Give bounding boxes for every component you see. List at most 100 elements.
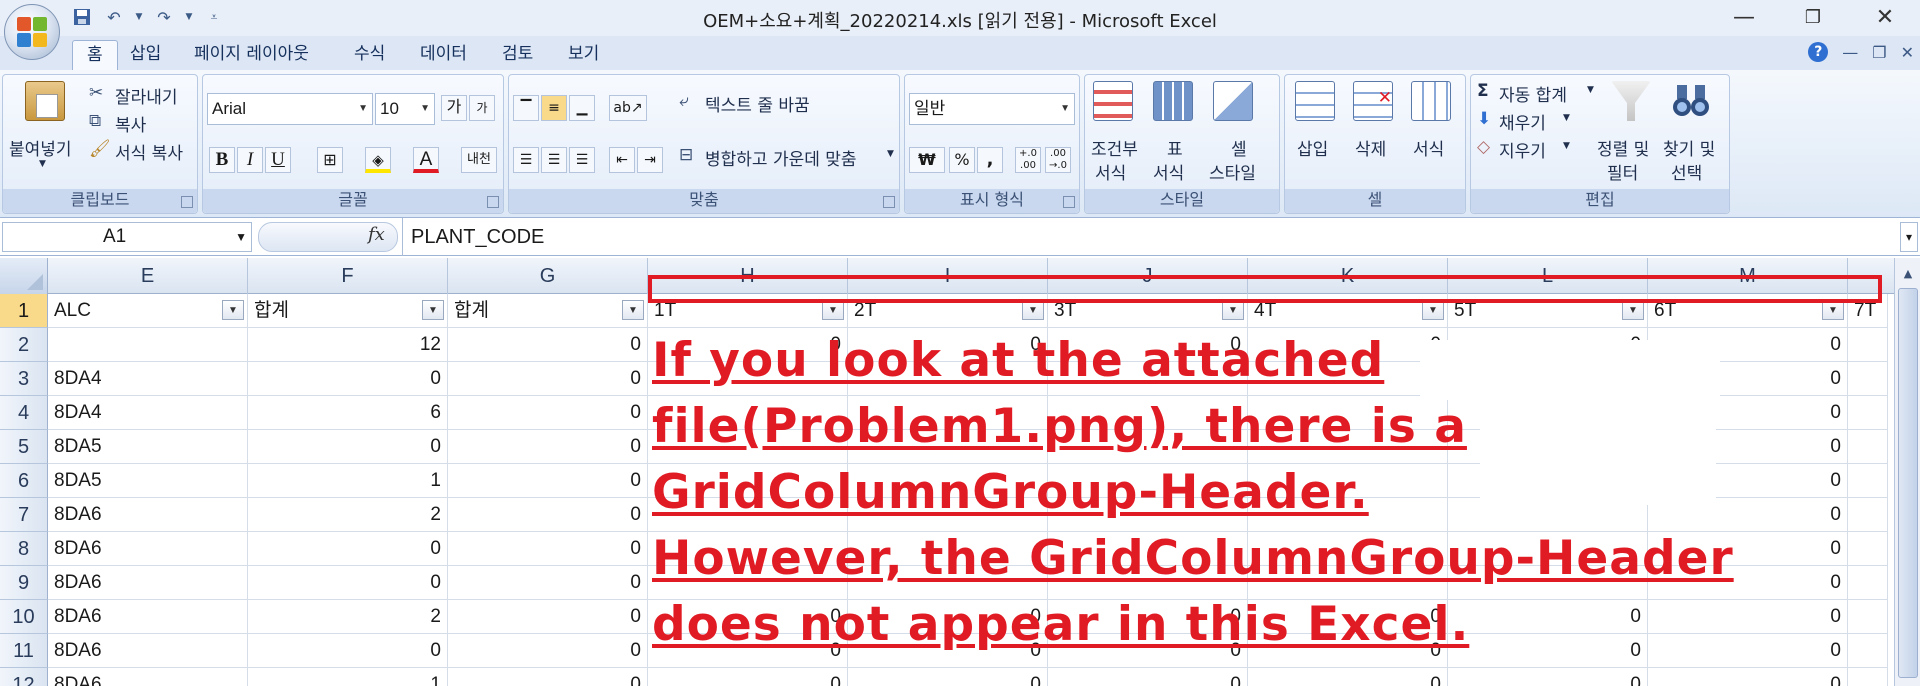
increase-indent-icon[interactable]: ⇥ bbox=[637, 147, 663, 173]
select-all-button[interactable] bbox=[0, 258, 48, 294]
increase-decimal-icon[interactable]: +.0.00 bbox=[1015, 147, 1041, 173]
table-cell[interactable]: 12 bbox=[248, 328, 448, 362]
font-size-combo[interactable]: 10 ▼ bbox=[375, 93, 435, 125]
bold-button[interactable]: B bbox=[209, 147, 235, 173]
filter-dropdown-icon[interactable]: ▼ bbox=[1822, 300, 1844, 320]
fill-dropdown-icon[interactable]: ▼ bbox=[1563, 113, 1570, 123]
insert-cells-button[interactable]: 삽입 bbox=[1297, 135, 1328, 160]
table-cell[interactable]: 0 bbox=[248, 532, 448, 566]
shrink-font-button[interactable]: 가 bbox=[469, 95, 495, 121]
filter-dropdown-icon[interactable]: ▼ bbox=[1222, 300, 1244, 320]
column-header-g[interactable]: G bbox=[448, 258, 648, 294]
border-icon[interactable]: ⊞ bbox=[317, 147, 343, 173]
table-cell[interactable]: 0 bbox=[848, 668, 1048, 686]
doc-close-icon[interactable]: ✕ bbox=[1901, 43, 1914, 62]
conditional-format-icon[interactable] bbox=[1093, 81, 1133, 121]
currency-button[interactable]: ₩ bbox=[909, 147, 945, 173]
table-cell[interactable]: 2 bbox=[248, 498, 448, 532]
table-cell[interactable]: 8DA4 bbox=[48, 362, 248, 396]
header-cell[interactable]: ALC ▼ bbox=[48, 294, 248, 328]
number-format-combo[interactable]: 일반 ▼ bbox=[909, 93, 1075, 125]
table-cell[interactable]: 8DA6 bbox=[48, 498, 248, 532]
align-left-icon[interactable]: ☰ bbox=[513, 147, 539, 173]
conditional-format-label-2[interactable]: 서식 bbox=[1095, 159, 1126, 184]
table-cell[interactable]: 0 bbox=[448, 430, 648, 464]
sort-filter-label-2[interactable]: 필터 bbox=[1607, 159, 1638, 184]
format-cells-icon[interactable] bbox=[1411, 81, 1451, 121]
table-cell[interactable]: 0 bbox=[448, 328, 648, 362]
autosum-dropdown-icon[interactable]: ▼ bbox=[1587, 85, 1594, 95]
underline-button[interactable]: U bbox=[265, 147, 291, 173]
insert-function-icon[interactable]: fx bbox=[368, 224, 385, 245]
table-cell[interactable]: 0 bbox=[1648, 668, 1848, 686]
italic-button[interactable]: I bbox=[237, 147, 263, 173]
cell-styles-label-2[interactable]: 스타일 bbox=[1209, 159, 1256, 184]
tab-insert[interactable]: 삽입 bbox=[116, 40, 175, 70]
orientation-icon[interactable]: ab↗ bbox=[609, 95, 647, 121]
table-cell[interactable]: 0 bbox=[448, 396, 648, 430]
table-cell[interactable]: 8DA5 bbox=[48, 464, 248, 498]
table-cell[interactable]: 0 bbox=[248, 362, 448, 396]
close-button[interactable]: ✕ bbox=[1856, 0, 1914, 34]
phonetic-button[interactable]: 내천 bbox=[461, 147, 497, 173]
merge-center-button[interactable]: 병합하고 가운데 맞춤 bbox=[705, 145, 857, 170]
alignment-launcher-icon[interactable] bbox=[883, 196, 895, 208]
table-cell[interactable]: 0 bbox=[248, 634, 448, 668]
doc-restore-icon[interactable]: ❐ bbox=[1872, 43, 1886, 62]
tab-formulas[interactable]: 수식 bbox=[340, 40, 399, 70]
find-select-label-2[interactable]: 선택 bbox=[1671, 159, 1702, 184]
paste-label[interactable]: 붙여넣기 bbox=[9, 135, 72, 160]
doc-minimize-icon[interactable]: — bbox=[1842, 43, 1858, 62]
binoculars-icon[interactable] bbox=[1671, 81, 1711, 121]
table-cell[interactable]: 8DA6 bbox=[48, 668, 248, 686]
font-color-button[interactable]: A bbox=[413, 147, 439, 173]
table-cell[interactable]: 6 bbox=[248, 396, 448, 430]
filter-dropdown-icon[interactable]: ▼ bbox=[822, 300, 844, 320]
scroll-up-icon[interactable]: ▲ bbox=[1898, 264, 1918, 284]
delete-cells-button[interactable]: 삭제 bbox=[1355, 135, 1386, 160]
tab-review[interactable]: 검토 bbox=[488, 40, 547, 70]
column-header-e[interactable]: E bbox=[48, 258, 248, 294]
table-cell[interactable]: 8DA6 bbox=[48, 532, 248, 566]
table-cell[interactable]: 0 bbox=[448, 566, 648, 600]
filter-dropdown-icon[interactable]: ▼ bbox=[1422, 300, 1444, 320]
row-header[interactable]: 9 bbox=[0, 566, 48, 600]
scissors-icon[interactable]: ✂ bbox=[89, 83, 103, 103]
formula-input[interactable]: PLANT_CODE bbox=[402, 218, 1902, 256]
row-header[interactable]: 6 bbox=[0, 464, 48, 498]
table-cell[interactable]: 0 bbox=[1248, 668, 1448, 686]
merge-center-icon[interactable]: ⊟ bbox=[679, 145, 693, 165]
number-launcher-icon[interactable] bbox=[1063, 196, 1075, 208]
format-table-label-2[interactable]: 서식 bbox=[1153, 159, 1184, 184]
expand-formula-bar-icon[interactable]: ▾ bbox=[1900, 222, 1918, 252]
sort-filter-icon[interactable] bbox=[1611, 81, 1651, 121]
table-cell[interactable]: 8DA4 bbox=[48, 396, 248, 430]
row-header[interactable]: 5 bbox=[0, 430, 48, 464]
fill-color-icon[interactable]: ◈ bbox=[365, 147, 391, 173]
percent-button[interactable]: % bbox=[949, 147, 975, 173]
office-button[interactable] bbox=[4, 4, 60, 60]
tab-view[interactable]: 보기 bbox=[554, 40, 613, 70]
row-header[interactable]: 8 bbox=[0, 532, 48, 566]
format-painter-button[interactable]: 서식 복사 bbox=[115, 139, 183, 164]
row-header[interactable]: 3 bbox=[0, 362, 48, 396]
decrease-indent-icon[interactable]: ⇤ bbox=[609, 147, 635, 173]
align-center-icon[interactable]: ☰ bbox=[541, 147, 567, 173]
minimize-button[interactable]: — bbox=[1715, 0, 1773, 34]
table-cell[interactable]: 0 bbox=[648, 668, 848, 686]
clipboard-launcher-icon[interactable] bbox=[181, 196, 193, 208]
table-cell[interactable]: 8DA6 bbox=[48, 566, 248, 600]
tab-data[interactable]: 데이터 bbox=[406, 40, 481, 70]
table-cell[interactable]: 0 bbox=[448, 498, 648, 532]
insert-cells-icon[interactable] bbox=[1295, 81, 1335, 121]
format-painter-icon[interactable]: 🖌 bbox=[89, 139, 111, 159]
copy-button[interactable]: 복사 bbox=[115, 111, 146, 136]
table-cell[interactable]: 1 bbox=[248, 668, 448, 686]
table-cell[interactable] bbox=[48, 328, 248, 362]
filter-dropdown-icon[interactable]: ▼ bbox=[622, 300, 644, 320]
delete-cells-icon[interactable]: ✕ bbox=[1353, 81, 1393, 121]
paste-icon[interactable] bbox=[25, 81, 65, 121]
row-header[interactable]: 11 bbox=[0, 634, 48, 668]
comma-button[interactable]: , bbox=[977, 147, 1003, 173]
row-header[interactable]: 1 bbox=[0, 294, 48, 328]
